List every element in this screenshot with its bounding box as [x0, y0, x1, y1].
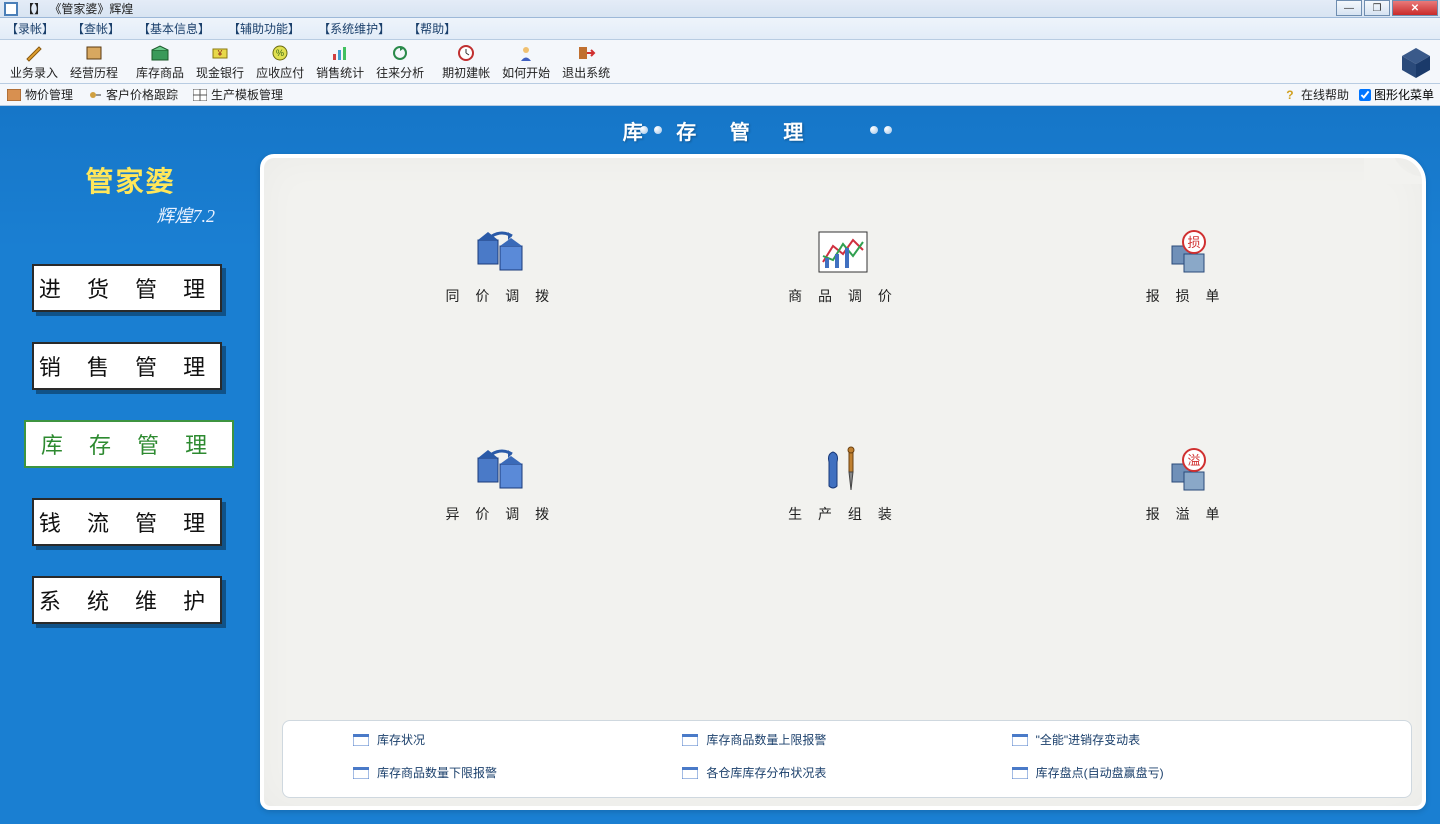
nav-sales[interactable]: 销 售 管 理	[32, 342, 222, 390]
gain-icon: 溢	[1158, 446, 1214, 494]
percent-icon: %	[269, 43, 291, 63]
icon-grid: 同 价 调 拨 商 品 调 价 损 报 损 单 异 价 调 拨	[344, 228, 1342, 524]
tb-analysis[interactable]: 往来分析	[370, 41, 430, 83]
table-icon	[353, 734, 369, 746]
grid-same-price-transfer[interactable]: 同 价 调 拨	[445, 228, 555, 306]
box-icon	[149, 43, 171, 63]
menu-record[interactable]: 【录帐】	[6, 20, 54, 37]
title-text: 【】 《管家婆》辉煌	[22, 0, 133, 17]
tb-sales-stat[interactable]: 销售统计	[310, 41, 370, 83]
table-icon	[1012, 767, 1028, 779]
link-stock-taking[interactable]: 库存盘点(自动盘赢盘亏)	[1012, 764, 1341, 781]
banner-decor-right	[870, 126, 892, 134]
table-icon	[353, 767, 369, 779]
pencil-icon	[23, 43, 45, 63]
chart-icon	[815, 228, 871, 276]
grid-loss-report[interactable]: 损 报 损 单	[1146, 228, 1226, 306]
table-icon	[682, 767, 698, 779]
menu-query[interactable]: 【查帐】	[72, 20, 120, 37]
banner: 库 存 管 理	[0, 106, 1440, 154]
bars-icon	[329, 43, 351, 63]
tb-receivable[interactable]: % 应收应付	[250, 41, 310, 83]
app-logo-cube	[1398, 44, 1434, 80]
transfer-icon	[472, 228, 528, 276]
tb-howto[interactable]: 如何开始	[496, 41, 556, 83]
person-icon	[515, 43, 537, 63]
svg-text:¥: ¥	[217, 49, 223, 58]
grid-diff-price-transfer[interactable]: 异 价 调 拨	[445, 446, 555, 524]
tb-init[interactable]: 期初建帐	[436, 41, 496, 83]
menubar: 【录帐】 【查帐】 【基本信息】 【辅助功能】 【系统维护】 【帮助】	[0, 18, 1440, 40]
nav-finance[interactable]: 钱 流 管 理	[32, 498, 222, 546]
grid-price-adjust[interactable]: 商 品 调 价	[788, 228, 898, 306]
workspace: 库 存 管 理 管家婆 辉煌7.2 进 货 管 理 销 售 管 理 库 存 管 …	[0, 106, 1440, 824]
toolbar-secondary: 物价管理 客户价格跟踪 生产模板管理 ? 在线帮助 图形化菜单	[0, 84, 1440, 106]
history-icon	[83, 43, 105, 63]
left-nav: 管家婆 辉煌7.2 进 货 管 理 销 售 管 理 库 存 管 理 钱 流 管 …	[18, 154, 248, 654]
logo-box: 管家婆 辉煌7.2	[18, 154, 243, 234]
close-button[interactable]: ✕	[1392, 0, 1438, 16]
svg-text:%: %	[276, 48, 284, 58]
tb2-price-mgmt[interactable]: 物价管理	[6, 86, 73, 103]
tb-stock[interactable]: 库存商品	[130, 41, 190, 83]
filebox-icon	[6, 88, 22, 102]
menu-assist[interactable]: 【辅助功能】	[228, 20, 300, 37]
tb-exit[interactable]: 退出系统	[556, 41, 616, 83]
menu-basic[interactable]: 【基本信息】	[138, 20, 210, 37]
question-icon: ?	[1282, 88, 1298, 102]
tools-icon	[815, 446, 871, 494]
link-all-movement[interactable]: "全能"进销存变动表	[1012, 731, 1341, 748]
loss-icon: 损	[1158, 228, 1214, 276]
banner-decor-left	[640, 126, 662, 134]
tb2-template-mgmt[interactable]: 生产模板管理	[192, 86, 283, 103]
graphic-menu-checkbox[interactable]: 图形化菜单	[1359, 86, 1434, 103]
logo-sub: 辉煌7.2	[157, 202, 244, 228]
table-icon	[1012, 734, 1028, 746]
toolbar-main: 业务录入 经营历程 库存商品 ¥ 现金银行 % 应收应付 销售统计 往来分析 期…	[0, 40, 1440, 84]
track-icon	[87, 88, 103, 102]
online-help[interactable]: ? 在线帮助	[1282, 86, 1349, 103]
nav-system[interactable]: 系 统 维 护	[32, 576, 222, 624]
menu-help[interactable]: 【帮助】	[408, 20, 456, 37]
recycle-icon	[389, 43, 411, 63]
link-warehouse-dist[interactable]: 各仓库库存分布状况表	[682, 764, 1011, 781]
nav-purchase[interactable]: 进 货 管 理	[32, 264, 222, 312]
link-stock-lower-alert[interactable]: 库存商品数量下限报警	[353, 764, 682, 781]
link-stock-upper-alert[interactable]: 库存商品数量上限报警	[682, 731, 1011, 748]
maximize-button[interactable]: ❐	[1364, 0, 1390, 16]
minimize-button[interactable]: —	[1336, 0, 1362, 16]
exit-icon	[575, 43, 597, 63]
money-icon: ¥	[209, 43, 231, 63]
grid-assembly[interactable]: 生 产 组 装	[788, 446, 898, 524]
grid-icon	[192, 88, 208, 102]
app-icon	[4, 2, 18, 16]
tb-history[interactable]: 经营历程	[64, 41, 124, 83]
content-panel: 同 价 调 拨 商 品 调 价 损 报 损 单 异 价 调 拨	[260, 154, 1426, 810]
clock-icon	[455, 43, 477, 63]
svg-text:溢: 溢	[1187, 453, 1200, 468]
transfer-icon-2	[472, 446, 528, 494]
logo-main: 管家婆	[85, 160, 175, 200]
bottom-links-panel: 库存状况 库存商品数量下限报警 库存商品数量上限报警 各仓库库存分布状况表	[282, 720, 1412, 798]
titlebar: 【】 《管家婆》辉煌 — ❐ ✕	[0, 0, 1440, 18]
svg-text:损: 损	[1187, 235, 1200, 250]
grid-overflow-report[interactable]: 溢 报 溢 单	[1146, 446, 1226, 524]
graphic-menu-input[interactable]	[1359, 89, 1371, 101]
tb2-customer-track[interactable]: 客户价格跟踪	[87, 86, 178, 103]
tb-cash[interactable]: ¥ 现金银行	[190, 41, 250, 83]
table-icon	[682, 734, 698, 746]
link-stock-status[interactable]: 库存状况	[353, 731, 682, 748]
nav-inventory[interactable]: 库 存 管 理	[24, 420, 234, 468]
tb-business-entry[interactable]: 业务录入	[4, 41, 64, 83]
menu-system[interactable]: 【系统维护】	[318, 20, 390, 37]
